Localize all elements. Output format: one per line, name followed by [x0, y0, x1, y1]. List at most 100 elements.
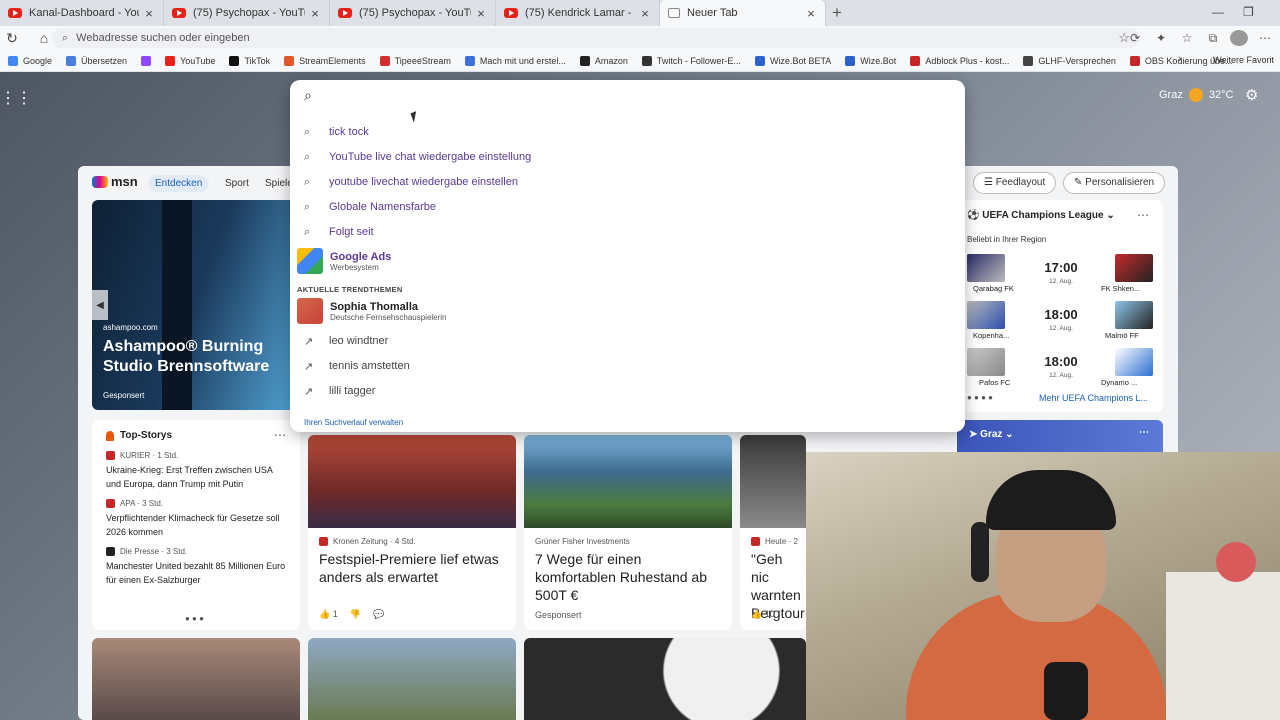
bookmark-mach-mit[interactable]: Mach mit und erstel... [464, 55, 566, 66]
favorites-icon[interactable]: ☆ [1178, 31, 1196, 45]
suggestion-item[interactable]: ⌕ YouTube live chat wiedergabe einstellun… [304, 147, 944, 167]
comment-icon[interactable]: 💬 [373, 609, 384, 620]
collections-icon[interactable]: ⧉ [1204, 31, 1222, 46]
suggestion-item[interactable]: ⌕ Globale Namensfarbe [304, 197, 944, 217]
like-icon[interactable]: 👍 10 [751, 609, 775, 620]
suggestion-sophia-thomalla[interactable]: Sophia Thomalla Deutsche Fernsehschauspie… [297, 298, 447, 324]
streamelements-icon [284, 55, 295, 66]
heute-icon [751, 537, 760, 546]
list-item[interactable]: APA · 3 Std. Verpflichtender Klimacheck … [106, 499, 286, 539]
address-bar-row: ↻ ⌂ ⌕ Webadresse suchen oder eingeben ☆ [0, 26, 1280, 50]
more-icon[interactable]: ⋯ [1139, 427, 1149, 438]
kopenhagen-logo [967, 301, 1005, 329]
suggestion-text: Folgt seit [329, 226, 374, 238]
tab-youtube-studio[interactable]: Kanal-Dashboard - YouTube Stud × [0, 0, 164, 26]
minimize-icon[interactable]: — [1212, 5, 1224, 19]
away-team: FK Shken... [1101, 284, 1141, 293]
match-row[interactable]: Qarabag FK 17:00 12. Aug. FK Shken... [967, 254, 1153, 298]
bookmark-tiktok[interactable]: TikTok [229, 55, 270, 66]
suggestion-item[interactable]: ⌕ Folgt seit [304, 222, 944, 242]
adblock-icon [910, 55, 921, 66]
hero-source: ashampoo.com [103, 323, 158, 332]
suggestion-item[interactable]: ⌕ youtube livechat wiedergabe einstellen [304, 172, 944, 192]
more-icon[interactable]: ⋯ [1137, 208, 1149, 222]
tab-kendrick-lamar[interactable]: (75) Kendrick Lamar - Not Like Us × [496, 0, 660, 26]
bookmark-wizebot-beta[interactable]: Wize.Bot BETA [754, 55, 832, 66]
news-card[interactable]: Kronen Zeitung · 4 Std. Festspiel-Premie… [308, 435, 516, 630]
apps-grid-icon[interactable]: ⋮⋮ [0, 88, 32, 108]
news-card[interactable]: Grüner Fisher Investments 7 Wege für ein… [524, 435, 732, 630]
trend-item[interactable]: ↗ leo windtner [304, 331, 944, 351]
new-tab-button[interactable]: + [832, 3, 842, 23]
other-favorites[interactable]: Weitere Favorit [1213, 55, 1274, 65]
close-icon[interactable]: × [309, 6, 321, 21]
chevron-left-icon[interactable]: ◀ [92, 290, 108, 320]
google-ads-icon [297, 248, 323, 274]
sponsored-label: Gesponsert [535, 610, 582, 620]
search-icon: ⌕ [304, 150, 311, 163]
graz-weather-widget[interactable]: ➤ Graz ⌄ ⋯ [957, 420, 1163, 452]
close-icon[interactable]: × [639, 6, 651, 21]
more-champions-league-link[interactable]: Mehr UEFA Champions L... [1039, 393, 1148, 403]
close-icon[interactable]: × [143, 6, 155, 21]
like-icon[interactable]: 👍 1 [319, 609, 338, 620]
extension-icon[interactable]: ⟳ [1126, 31, 1144, 45]
news-card-image[interactable] [308, 638, 516, 720]
bookmark-translate[interactable]: Übersetzen [66, 55, 127, 66]
story-source: KURIER · 1 Std. [120, 451, 179, 460]
bookmark-google[interactable]: Google [8, 55, 52, 66]
bookmark-amazon[interactable]: Amazon [579, 55, 628, 66]
avatar[interactable] [1230, 30, 1248, 46]
card-image [308, 435, 516, 528]
reload-icon[interactable]: ↻ [0, 30, 24, 47]
like-count: 10 [764, 609, 775, 619]
bookmark-youtube[interactable]: YouTube [165, 55, 215, 66]
close-icon[interactable]: × [475, 6, 487, 21]
match-row[interactable]: Pafos FC 18:00 12. Aug. Dynamo ... [967, 348, 1153, 392]
close-icon[interactable]: × [805, 6, 817, 21]
tab-psychopax-1[interactable]: (75) Psychopax - YouTube × [164, 0, 330, 26]
bookmark-twitch[interactable] [141, 55, 152, 66]
personalize-button[interactable]: ✎ Personalisieren [1063, 172, 1166, 194]
address-input[interactable]: ⌕ Webadresse suchen oder eingeben ☆ [52, 28, 1140, 48]
football-card-image[interactable] [524, 638, 806, 720]
feedlayout-button[interactable]: ☰ Feedlayout [973, 172, 1057, 194]
bookmark-wizebot[interactable]: Wize.Bot [845, 55, 896, 66]
trend-item[interactable]: ↗ lilli tagger [304, 381, 944, 401]
league-title[interactable]: ⚽ UEFA Champions League ⌄ [967, 210, 1115, 221]
chevron-right-icon[interactable]: › [1178, 53, 1182, 65]
sports-widget: ⚽ UEFA Champions League ⌄ ⋯ Beliebt in I… [957, 200, 1163, 412]
bookmark-tipeeestream[interactable]: TipeeeStream [379, 55, 451, 66]
tab-sport[interactable]: Sport [218, 175, 256, 192]
bookmark-twitch-follower[interactable]: Twitch - Follower-E... [641, 55, 741, 66]
suggestion-text: youtube livechat wiedergabe einstellen [329, 176, 518, 188]
bookmark-streamelements[interactable]: StreamElements [284, 55, 366, 66]
bookmark-adblock[interactable]: Adblock Plus - kost... [910, 55, 1009, 66]
msn-logo[interactable]: msn [92, 174, 138, 189]
search-icon: ⌕ [62, 31, 69, 44]
bookmark-glhf[interactable]: GLHF-Versprechen [1023, 55, 1116, 66]
dislike-icon[interactable]: 👎 [350, 609, 361, 620]
list-item[interactable]: KURIER · 1 Std. Ukraine-Krieg: Erst Tref… [106, 451, 286, 491]
tab-psychopax-2[interactable]: (75) Psychopax - YouTube × [330, 0, 496, 26]
news-card[interactable]: Heute · 2 "Geh nic warnten Bergtour 👍 10 [740, 435, 806, 630]
list-item[interactable]: Die Presse · 3 Std. Manchester United be… [106, 547, 286, 587]
bookmark-label: Wize.Bot BETA [769, 55, 832, 66]
trend-item[interactable]: ↗ tennis amstetten [304, 356, 944, 376]
suggestion-google-ads[interactable]: Google Ads Werbesystem [297, 248, 391, 274]
video-card-image[interactable] [92, 638, 300, 720]
tab-new-tab[interactable]: Neuer Tab × [660, 0, 826, 26]
hero-ad-card[interactable]: ◀ ashampoo.com Ashampoo® Burning Studio … [92, 200, 300, 410]
suggestion-item[interactable]: ⌕ tick tock [304, 122, 944, 142]
gear-icon[interactable]: ⚙ [1245, 86, 1258, 104]
like-count: 1 [332, 609, 338, 619]
weather-widget[interactable]: Graz 32°C [1159, 88, 1233, 102]
match-row[interactable]: Kopenha... 18:00 12. Aug. Malmö FF [967, 301, 1153, 345]
plant-image [1216, 542, 1256, 582]
puzzle-icon[interactable]: ✦ [1152, 31, 1170, 45]
manage-history-link[interactable]: Ihren Suchverlauf verwalten [304, 418, 403, 427]
menu-icon[interactable]: ⋯ [1256, 31, 1274, 45]
more-icon[interactable]: ⋯ [274, 428, 286, 442]
maximize-icon[interactable]: ❐ [1243, 5, 1254, 19]
tab-entdecken[interactable]: Entdecken [148, 175, 210, 192]
